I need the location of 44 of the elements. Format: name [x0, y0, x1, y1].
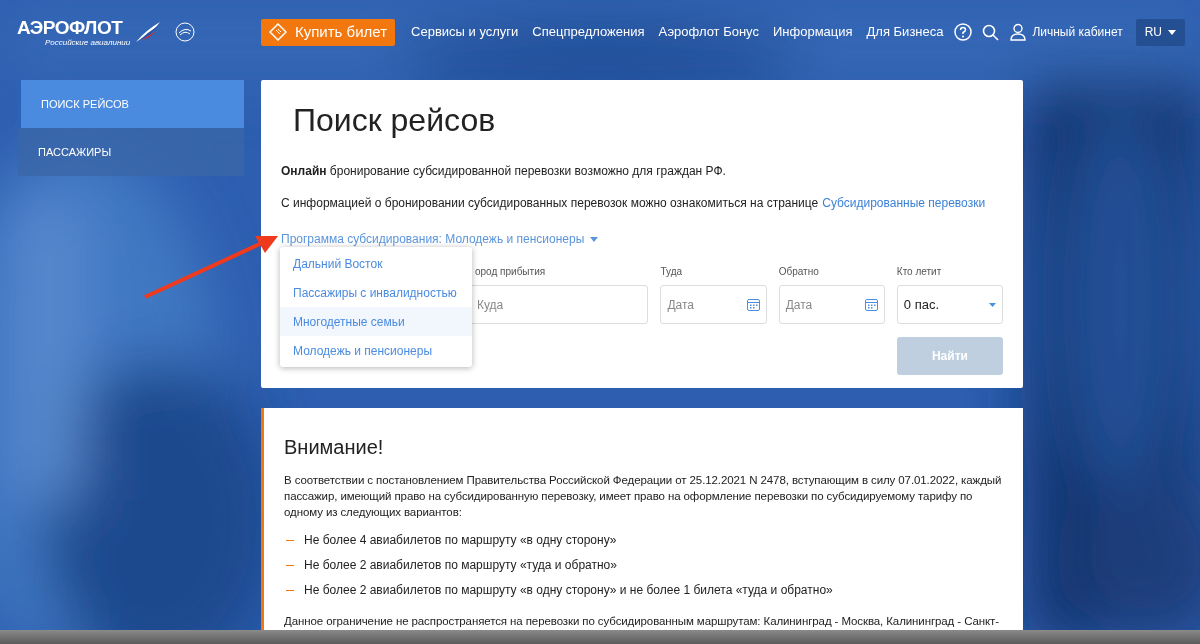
calendar-icon: [746, 298, 760, 311]
list-item-text: Не более 2 авиабилетов по маршруту «туда и обратно»: [304, 557, 617, 574]
program-selector[interactable]: Программа субсидирования: Молодежь и пенсионеры: [281, 230, 599, 248]
notice-text: Данное ограничение не распространяется на перевозки по субсидированным маршрутам: Калининград - Москва, Калининград - Санкт-: [284, 614, 1000, 629]
date-field[interactable]: Дата: [778, 285, 885, 324]
notice-title: Внимание!: [284, 435, 385, 460]
caret-icon: [590, 236, 599, 242]
alliance-logo-icon: [174, 21, 197, 43]
help-icon[interactable]: [954, 23, 973, 41]
dash-marker: [286, 589, 294, 591]
page-title: Поиск рейсов: [293, 101, 497, 140]
dash-marker: [286, 564, 294, 566]
info-text: С информацией о бронировании субсидированных перевозок можно ознакомиться на странице: [281, 195, 819, 212]
caret-icon: [1168, 29, 1176, 35]
sidebar-item[interactable]: ПАССАЖИРЫ: [18, 128, 244, 176]
passengers-select[interactable]: 0 пас.: [896, 285, 1003, 324]
date-field[interactable]: Дата: [660, 285, 767, 324]
nav-link[interactable]: Аэрофлот Бонус: [658, 22, 759, 42]
account-link[interactable]: Личный кабинет: [1032, 23, 1123, 41]
user-icon[interactable]: [1010, 23, 1027, 41]
nav-link[interactable]: Сервисы и услуги: [411, 22, 519, 42]
logo-tagline: Российские авиалинии: [45, 38, 131, 47]
search-icon[interactable]: [982, 23, 1000, 41]
subsidy-link[interactable]: Субсидированные перевозки: [822, 194, 986, 212]
list-item-text: Не более 2 авиабилетов по маршруту «в одну сторону» и не более 1 билета «туда и обратно»: [304, 582, 833, 599]
caret-icon: [989, 302, 996, 307]
field-label: Кто летит: [896, 265, 943, 278]
dropdown-option[interactable]: Многодетные семьи: [280, 307, 472, 336]
nav-link[interactable]: Информация: [772, 22, 853, 42]
nav-link[interactable]: Для Бизнеса: [866, 22, 944, 42]
logo-wordmark: АЭРОФЛОТ: [17, 17, 124, 37]
intro-text: Онлайн бронирование субсидированной перевозки возможно для граждан РФ.: [281, 163, 727, 180]
sidebar-item[interactable]: ПОИСК РЕЙСОВ: [18, 80, 244, 128]
nav-link[interactable]: Спецпредложения: [532, 22, 645, 42]
field-label: ород прибытия: [474, 265, 547, 278]
dropdown-option[interactable]: Дальний Восток: [280, 249, 472, 278]
list-item-text: Не более 4 авиабилетов по маршруту «в одну сторону»: [304, 532, 617, 549]
dropdown-option[interactable]: Молодежь и пенсионеры: [280, 336, 472, 365]
notice-text: В соответствии с постановлением Правительства Российской Федерации от 25.12.2021 N 2478, вступающим в силу 07.01.2022, каждый пассажир, имеющий право на субсидированную перевозку, имеет право на оформление перевозки по субсидируемому тарифу по одному из следующих вариантов:: [284, 473, 1003, 520]
calendar-icon: [864, 298, 878, 311]
field-label: Туда: [660, 265, 684, 278]
buy-ticket-button[interactable]: Купить билет: [261, 18, 396, 46]
dash-marker: [286, 539, 294, 541]
field-label: Обратно: [778, 265, 820, 278]
